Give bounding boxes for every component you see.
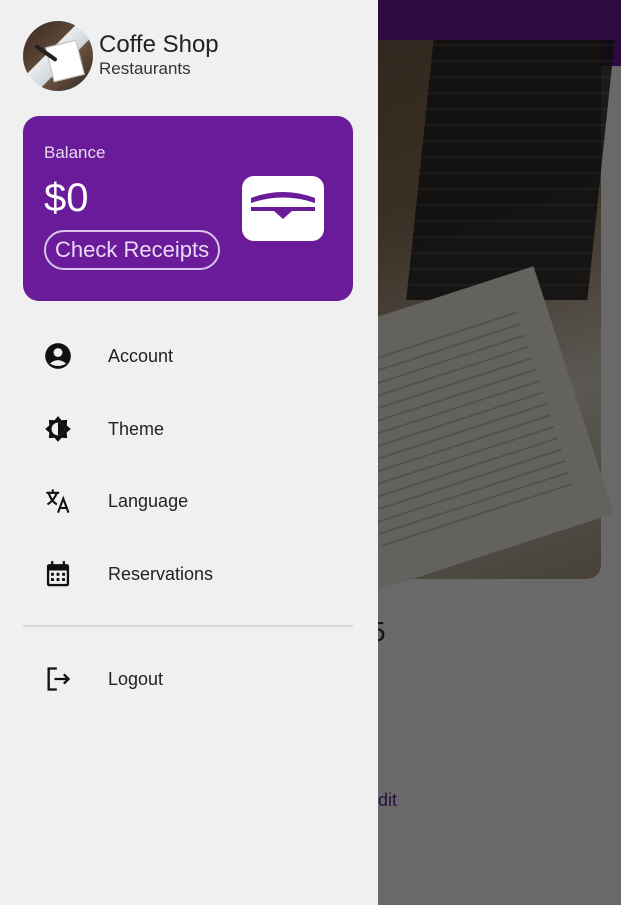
menu-item-theme[interactable]: Theme [0,399,378,459]
menu-item-language[interactable]: Language [0,471,378,531]
drawer-header: Coffe Shop Restaurants [23,20,219,92]
menu-item-logout[interactable]: Logout [0,649,378,709]
avatar [23,21,93,91]
logout-icon [44,665,72,693]
brightness-icon [44,415,72,443]
menu-label-logout: Logout [108,668,164,689]
balance-label: Balance [44,143,106,162]
menu-label-language: Language [108,490,189,511]
menu-label-account: Account [108,345,174,366]
menu-label-theme: Theme [108,418,165,439]
wallet-icon [242,176,324,241]
navigation-drawer: Coffe Shop Restaurants Balance $0 Check … [0,0,378,905]
menu-divider [23,625,353,627]
calendar-icon [44,560,72,588]
account-circle-icon [44,342,72,370]
menu-item-account[interactable]: Account [0,326,378,386]
balance-value: $0 [44,176,89,220]
menu-label-reservations: Reservations [108,563,214,584]
translate-icon [44,487,72,515]
balance-card: Balance $0 Check Receipts [23,116,353,301]
shop-category: Restaurants [99,59,191,78]
check-receipts-button[interactable]: Check Receipts [44,230,221,270]
shop-title: Coffe Shop [99,31,219,58]
menu-item-reservations[interactable]: Reservations [0,544,378,604]
